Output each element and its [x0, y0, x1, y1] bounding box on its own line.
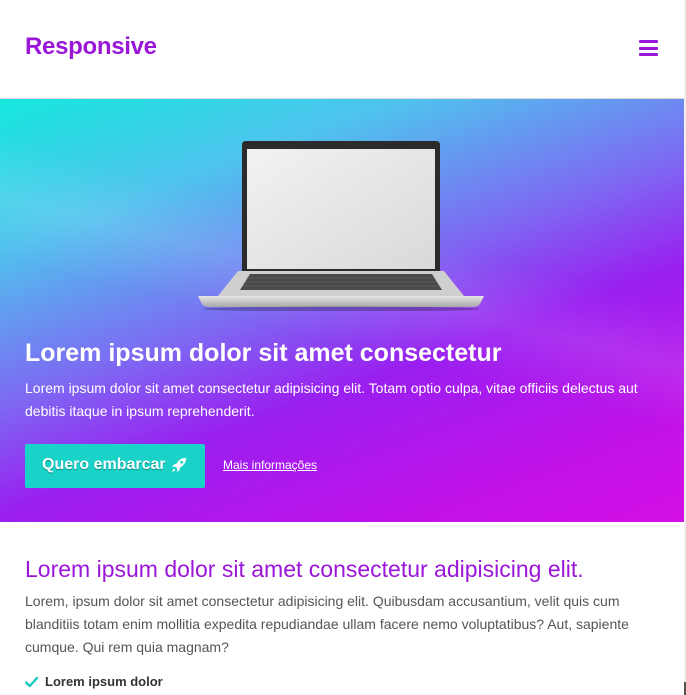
- rocket-icon: [171, 457, 187, 473]
- section-title: Lorem ipsum dolor sit amet consectetur a…: [25, 556, 584, 582]
- hero-description: Lorem ipsum dolor sit amet consectetur a…: [25, 380, 638, 419]
- mais-informacoes-link[interactable]: Mais informações: [223, 458, 317, 472]
- hero-section: Lorem ipsum dolor sit amet consectetur L…: [0, 99, 684, 522]
- check-icon: [25, 676, 38, 688]
- brand-logo[interactable]: Responsive: [25, 33, 157, 61]
- top-navbar: Responsive: [0, 0, 684, 99]
- page: Responsive Lorem ipsum dolor sit amet co…: [0, 0, 684, 695]
- section-description: Lorem, ipsum dolor sit amet consectetur …: [25, 593, 629, 655]
- feature-label: Lorem ipsum dolor: [45, 674, 163, 689]
- hero-title: Lorem ipsum dolor sit amet consectetur: [25, 339, 502, 367]
- cta-label: Quero embarcar: [42, 456, 166, 473]
- laptop-image: [198, 141, 484, 311]
- quero-embarcar-button[interactable]: Quero embarcar: [25, 444, 205, 488]
- hamburger-menu-icon[interactable]: [639, 40, 658, 56]
